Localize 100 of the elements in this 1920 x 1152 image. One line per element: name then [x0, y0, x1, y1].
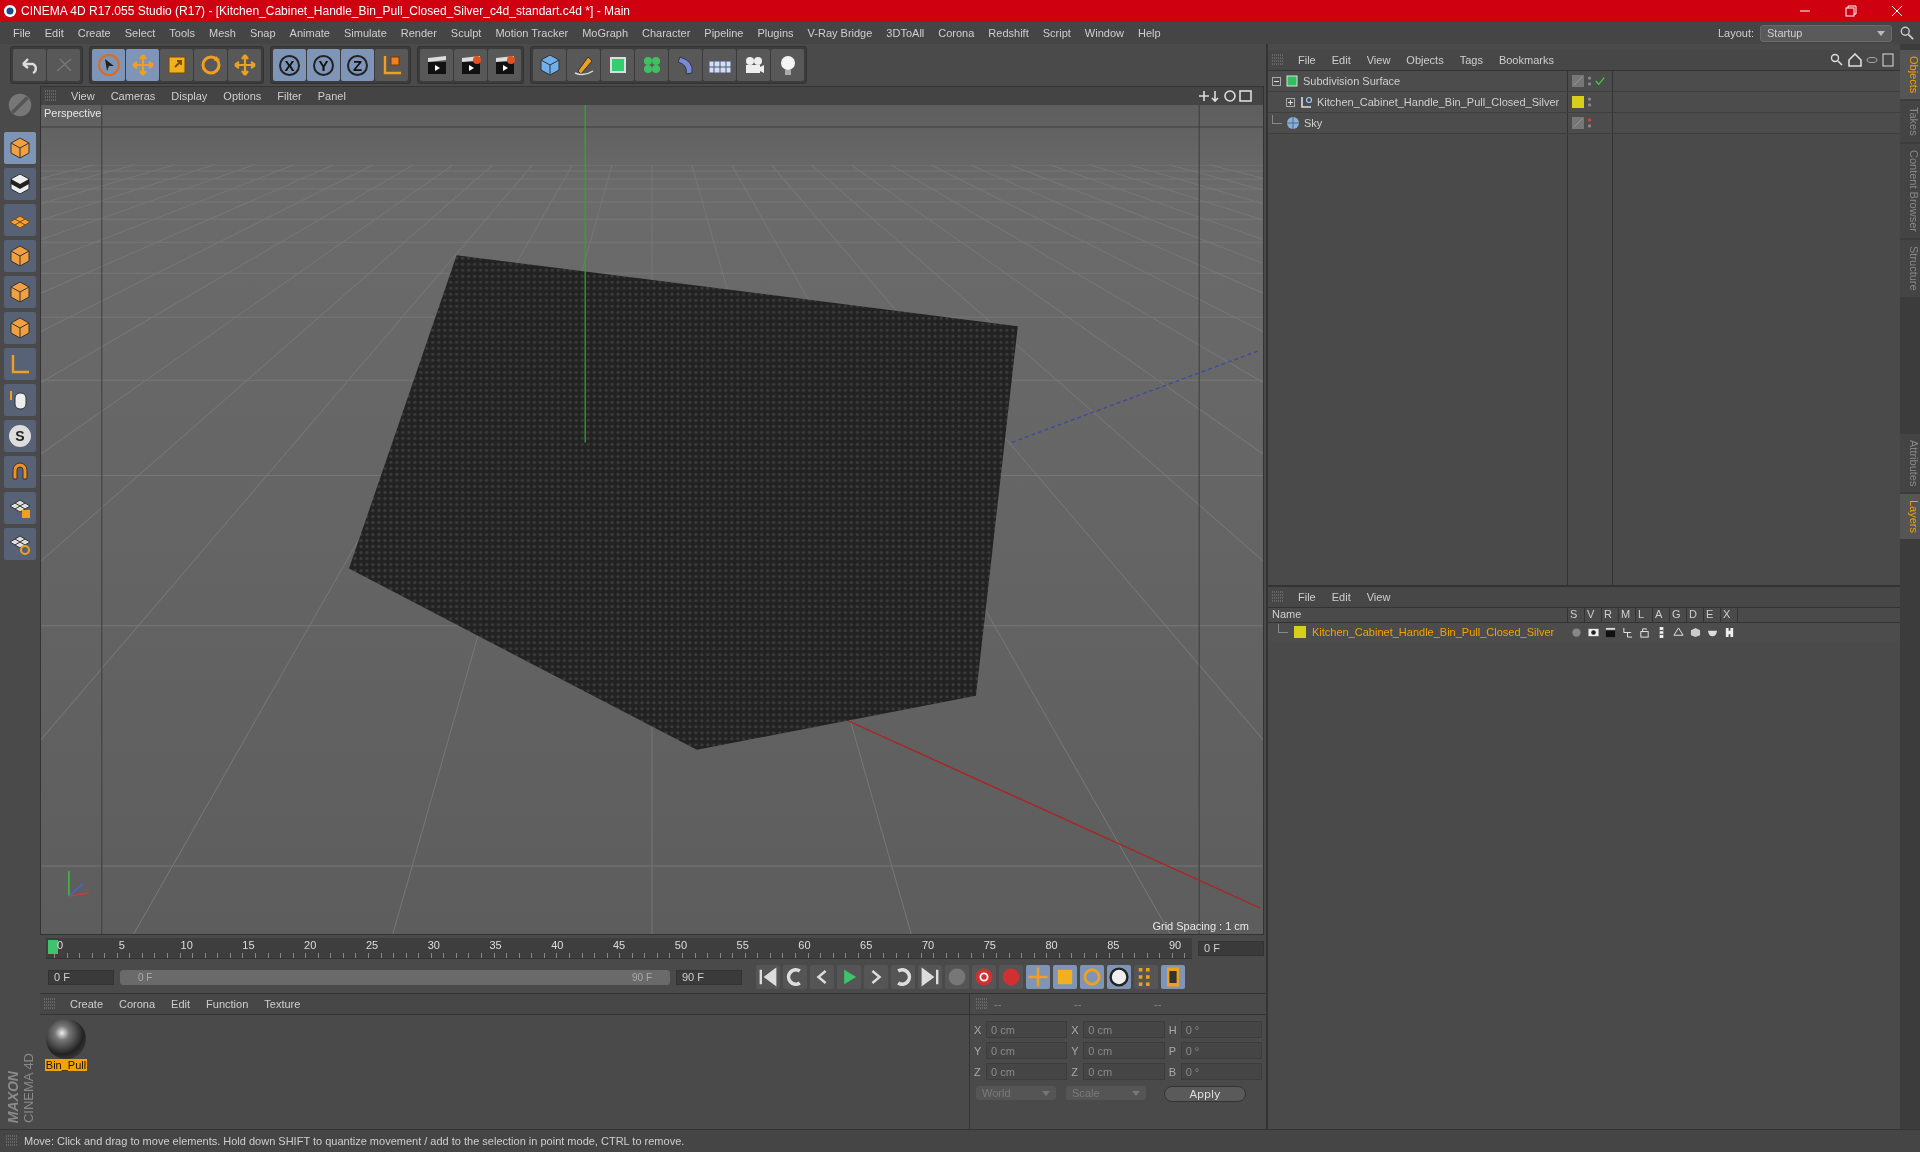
- column-header[interactable]: Name: [1268, 608, 1568, 622]
- playhead[interactable]: [48, 939, 58, 954]
- skip-to-end-icon[interactable]: [918, 965, 942, 989]
- side-tab[interactable]: Layers: [1900, 493, 1920, 539]
- menu-item[interactable]: Create: [62, 998, 112, 1010]
- apply-button[interactable]: Apply: [1164, 1086, 1246, 1102]
- polygons-tool-button[interactable]: [4, 312, 36, 344]
- menu-item[interactable]: Bookmarks: [1490, 54, 1562, 66]
- layer-color-swatch[interactable]: [1294, 626, 1306, 638]
- hierarchy-icon[interactable]: [1622, 626, 1633, 638]
- panel-grip-icon[interactable]: [45, 90, 57, 102]
- menu-item[interactable]: Render: [393, 27, 444, 39]
- visibility-dots-icon[interactable]: [1587, 116, 1592, 130]
- tweak-tool-button[interactable]: [4, 384, 36, 416]
- menu-item[interactable]: View: [1358, 591, 1399, 603]
- solo-tool-button[interactable]: S: [4, 420, 36, 452]
- column-header[interactable]: V: [1585, 608, 1602, 622]
- menu-item[interactable]: View: [63, 90, 103, 102]
- skip-to-start-icon[interactable]: [756, 965, 780, 989]
- column-header[interactable]: D: [1687, 608, 1704, 622]
- material-preview[interactable]: [46, 1019, 86, 1059]
- menu-item[interactable]: Cameras: [102, 90, 164, 102]
- model-tool-button[interactable]: [4, 132, 36, 164]
- axis-lock-button[interactable]: X: [273, 49, 306, 81]
- menu-item[interactable]: Edit: [1323, 591, 1359, 603]
- menu-item[interactable]: MoGraph: [575, 27, 636, 39]
- scale-button[interactable]: [160, 49, 193, 81]
- current-frame-field[interactable]: 0 F: [1198, 940, 1264, 956]
- object-name[interactable]: Subdivision Surface: [1303, 75, 1401, 87]
- object-name[interactable]: Sky: [1304, 117, 1323, 129]
- menu-item[interactable]: File: [6, 27, 38, 39]
- subdivision-button[interactable]: [601, 49, 634, 81]
- menu-item[interactable]: Select: [117, 27, 163, 39]
- manager-tools-icon[interactable]: [1830, 53, 1894, 67]
- start-frame-field[interactable]: 0 F: [48, 969, 114, 985]
- menu-item[interactable]: Filter: [269, 90, 310, 102]
- menu-item[interactable]: View: [1358, 54, 1399, 66]
- menu-item[interactable]: Options: [215, 90, 270, 102]
- clapperboard-icon[interactable]: [1605, 626, 1616, 638]
- menu-item[interactable]: Pipeline: [697, 27, 751, 39]
- menu-item[interactable]: Redshift: [981, 27, 1036, 39]
- panel-grip-icon[interactable]: [976, 998, 988, 1010]
- menu-item[interactable]: Edit: [163, 998, 199, 1010]
- select-button[interactable]: [92, 49, 125, 81]
- menu-item[interactable]: Sculpt: [443, 27, 489, 39]
- undo-button[interactable]: [13, 49, 46, 81]
- material-name[interactable]: Bin_Pull: [44, 1059, 88, 1071]
- step-back-icon[interactable]: [810, 965, 834, 989]
- menu-item[interactable]: Texture: [256, 998, 309, 1010]
- menu-item[interactable]: Objects: [1398, 54, 1452, 66]
- side-tab[interactable]: Objects: [1900, 50, 1920, 100]
- menu-item[interactable]: Animate: [282, 27, 337, 39]
- column-header[interactable]: S: [1568, 608, 1585, 622]
- edges-tool-button[interactable]: [4, 276, 36, 308]
- film-strip-icon[interactable]: [1161, 965, 1185, 989]
- render-view-button[interactable]: [420, 49, 453, 81]
- transform-button[interactable]: [228, 49, 261, 81]
- expand-icon[interactable]: [1286, 97, 1295, 107]
- column-header[interactable]: M: [1619, 608, 1636, 622]
- end-frame-field[interactable]: 90 F: [676, 969, 742, 985]
- column-header[interactable]: G: [1670, 608, 1687, 622]
- collapse-icon[interactable]: [1272, 76, 1281, 86]
- checkmark-icon[interactable]: [1595, 76, 1605, 86]
- menu-item[interactable]: Tools: [162, 27, 202, 39]
- visibility-dots-icon[interactable]: [1587, 95, 1592, 109]
- render-settings-button[interactable]: [488, 49, 521, 81]
- layout-dropdown[interactable]: Startup: [1760, 24, 1892, 42]
- menu-item[interactable]: Function: [198, 998, 257, 1010]
- menu-item[interactable]: File: [1290, 591, 1324, 603]
- visibility-dots-icon[interactable]: [1587, 74, 1592, 88]
- menu-item[interactable]: Create: [70, 27, 118, 39]
- menu-item[interactable]: Motion Tracker: [488, 27, 576, 39]
- step-forward-icon[interactable]: [864, 965, 888, 989]
- menu-item[interactable]: Script: [1035, 27, 1078, 39]
- points-tool-button[interactable]: [4, 240, 36, 272]
- coords-button[interactable]: [375, 49, 408, 81]
- texture-tool-button[interactable]: [4, 168, 36, 200]
- pen-button[interactable]: [567, 49, 600, 81]
- rotate-button[interactable]: [194, 49, 227, 81]
- panel-grip-icon[interactable]: [6, 1135, 18, 1147]
- panel-grip-icon[interactable]: [1272, 591, 1284, 603]
- menu-item[interactable]: Corona: [111, 998, 164, 1010]
- previous-key-icon[interactable]: [783, 965, 807, 989]
- menu-item[interactable]: Simulate: [336, 27, 394, 39]
- object-name[interactable]: Kitchen_Cabinet_Handle_Bin_Pull_Closed_Silver: [1317, 96, 1560, 108]
- pyramid-icon[interactable]: [1673, 626, 1684, 638]
- panel-grip-icon[interactable]: [44, 998, 56, 1010]
- axis-lock-button[interactable]: Y: [307, 49, 340, 81]
- layer-color-swatch[interactable]: [1572, 96, 1584, 108]
- column-header[interactable]: X: [1721, 608, 1738, 622]
- mesh-object[interactable]: [349, 255, 1018, 750]
- menu-item[interactable]: Display: [163, 90, 216, 102]
- lock-icon[interactable]: [1639, 626, 1650, 638]
- column-header[interactable]: A: [1653, 608, 1670, 622]
- menu-item[interactable]: 3DToAll: [879, 27, 932, 39]
- menu-item[interactable]: V-Ray Bridge: [800, 27, 880, 39]
- figure-icon[interactable]: [1724, 626, 1735, 638]
- column-header[interactable]: L: [1636, 608, 1653, 622]
- menu-item[interactable]: Window: [1077, 27, 1131, 39]
- menu-item[interactable]: Snap: [242, 27, 283, 39]
